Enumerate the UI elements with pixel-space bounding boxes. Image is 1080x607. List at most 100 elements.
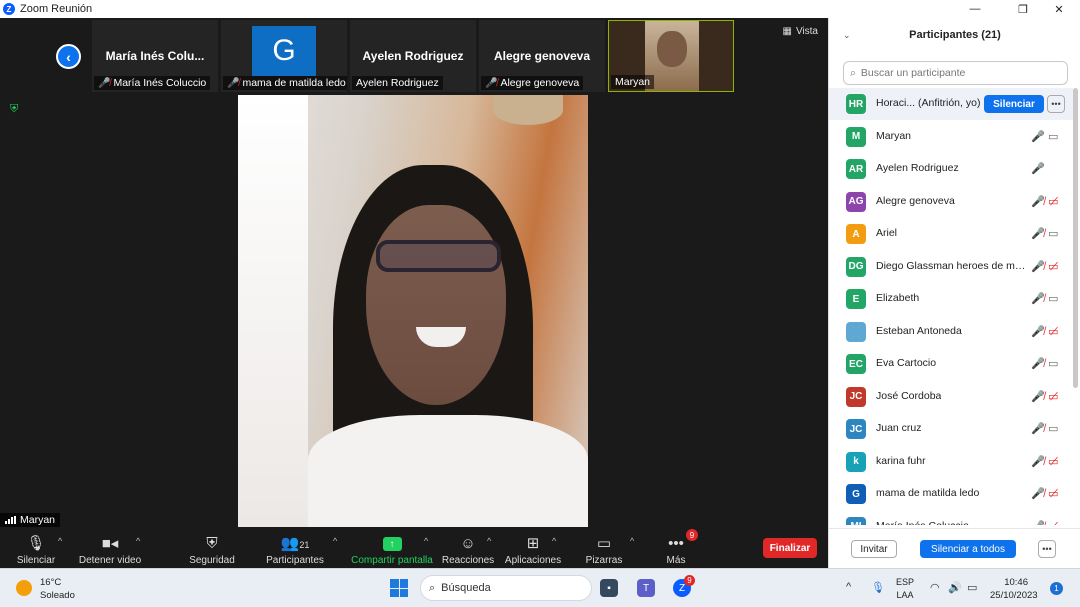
mute-button[interactable]: 🎙 Silenciar — [14, 530, 58, 566]
mic-muted-icon[interactable]: 🎤̸ — [1031, 520, 1045, 526]
participants-options-caret[interactable]: ^ — [333, 536, 337, 546]
participant-list-scrollbar[interactable] — [1073, 88, 1078, 388]
participant-avatar: EC — [846, 354, 866, 374]
teams-icon[interactable]: T — [637, 579, 655, 597]
system-clock[interactable]: 10:46 25/10/2023 — [990, 576, 1038, 602]
camera-icon[interactable]: ▭ — [1048, 130, 1058, 143]
minimize-button[interactable]: — — [960, 0, 990, 18]
microphone-icon[interactable]: 🎤 — [1031, 130, 1045, 143]
battery-icon[interactable]: ▭ — [967, 581, 977, 594]
participant-row[interactable]: M Maryan 🎤 ▭ — [829, 121, 1073, 153]
tile-label: 🎤̸ Alegre genoveva — [481, 76, 584, 90]
mic-muted-icon[interactable]: 🎤̸ — [1031, 455, 1045, 468]
camera-off-icon[interactable]: ▭̸ — [1048, 520, 1058, 526]
file-explorer-icon[interactable]: ▪ — [600, 579, 618, 597]
camera-off-icon[interactable]: ▭̸ — [1048, 487, 1058, 500]
participant-row[interactable]: HR Horaci... (Anfitrión, yo) Silenciar ••• — [829, 88, 1073, 120]
language-indicator[interactable]: ESP LAA — [896, 576, 914, 602]
wifi-icon[interactable]: ◠ — [930, 581, 940, 594]
mic-muted-icon[interactable]: 🎤̸ — [1031, 422, 1045, 435]
participant-avatar: AR — [846, 159, 866, 179]
camera-icon[interactable]: ▭ — [1048, 422, 1058, 435]
participants-button[interactable]: 👥21 Participantes — [265, 530, 325, 566]
view-button[interactable]: ▦ Vista — [782, 26, 818, 37]
weather-widget[interactable]: 16°C Soleado — [40, 576, 75, 602]
microphone-icon[interactable]: 🎤 — [1031, 162, 1045, 175]
participant-name: Maryan — [876, 129, 912, 142]
mic-muted-icon[interactable]: 🎤̸ — [1031, 390, 1045, 403]
tray-expand-icon[interactable]: ^ — [846, 581, 851, 593]
stop-video-button[interactable]: ■◂ Detener video — [79, 530, 141, 566]
participant-more-button[interactable]: ••• — [1047, 95, 1065, 113]
participant-row[interactable]: E Elizabeth 🎤̸ ▭ — [829, 283, 1073, 315]
start-button[interactable] — [390, 579, 408, 597]
video-tile[interactable]: G 🎤̸ mama de matilda ledo — [221, 20, 347, 92]
participant-row[interactable]: EC Eva Cartocio 🎤̸ ▭ — [829, 348, 1073, 380]
participant-name: Horaci... (Anfitrión, yo) — [876, 97, 981, 109]
whiteboards-button[interactable]: ▭ Pizarras — [584, 530, 624, 566]
video-tile[interactable]: María Inés Colu... 🎤̸ María Inés Coluccio — [92, 20, 218, 92]
participant-row[interactable]: AG Alegre genoveva 🎤̸ ▭̸ — [829, 186, 1073, 218]
camera-off-icon[interactable]: ▭̸ — [1048, 260, 1058, 273]
participant-avatar: AG — [846, 191, 866, 212]
participant-search-input[interactable]: ⌕ Buscar un participante — [843, 61, 1068, 85]
camera-off-icon[interactable]: ▭̸ — [1048, 325, 1058, 338]
taskbar-search[interactable]: ⌕ Búsqueda — [420, 575, 592, 601]
sun-icon[interactable] — [16, 580, 32, 596]
avatar: G — [252, 26, 316, 76]
end-meeting-button[interactable]: Finalizar — [763, 538, 817, 558]
participant-row[interactable]: A Ariel 🎤̸ ▭ — [829, 218, 1073, 250]
camera-icon[interactable]: ▭ — [1048, 227, 1058, 240]
whiteboards-options-caret[interactable]: ^ — [630, 536, 634, 546]
strip-back-button[interactable]: ‹ — [56, 44, 81, 69]
participant-name: Elizabeth — [876, 292, 920, 304]
participant-row[interactable]: DG Diego Glassman heroes de ma... 🎤̸ ▭̸ — [829, 251, 1073, 283]
participant-row[interactable]: Gmama de matilda ledo 🎤̸ ▭̸ — [829, 478, 1073, 510]
participant-row[interactable]: k karina fuhr 🎤̸ ▭̸ — [829, 446, 1073, 478]
collapse-panel-icon[interactable]: ⌄ — [843, 30, 851, 41]
participant-avatar: M — [846, 126, 866, 147]
volume-icon[interactable]: 🔊 — [948, 581, 962, 594]
security-button[interactable]: ⛨ Seguridad — [189, 530, 235, 566]
camera-icon[interactable]: ▭ — [1048, 292, 1058, 305]
video-tile[interactable]: Ayelen Rodriguez Ayelen Rodriguez — [350, 20, 476, 92]
self-video-tile[interactable]: Maryan — [608, 20, 734, 92]
mic-muted-icon[interactable]: 🎤̸ — [1031, 357, 1045, 370]
video-tile[interactable]: Alegre genoveva 🎤̸ Alegre genoveva — [479, 20, 605, 92]
notifications-badge[interactable]: 1 — [1050, 582, 1063, 595]
participant-row[interactable]: JC José Cordoba 🎤̸ ▭̸ — [829, 381, 1073, 413]
security-shield-icon[interactable]: ⛨ — [10, 103, 21, 116]
participant-row[interactable]: Esteban Antoneda 🎤̸ ▭̸ — [829, 316, 1073, 348]
invite-button[interactable]: Invitar — [851, 540, 897, 558]
mic-muted-icon[interactable]: 🎤̸ — [1031, 487, 1045, 500]
share-screen-button[interactable]: ↑ Compartir pantalla — [351, 530, 433, 566]
close-button[interactable]: ✕ — [1044, 0, 1074, 18]
camera-off-icon[interactable]: ▭̸ — [1048, 390, 1058, 403]
mute-all-button[interactable]: Silenciar a todos — [920, 540, 1016, 558]
camera-off-icon[interactable]: ▭̸ — [1048, 455, 1058, 468]
mic-muted-icon[interactable]: 🎤̸ — [1031, 292, 1045, 305]
reactions-options-caret[interactable]: ^ — [487, 536, 491, 546]
mic-muted-icon[interactable]: 🎤̸ — [1031, 260, 1045, 273]
title-bar: Z Zoom Reunión — ❐ ✕ — [0, 0, 1080, 18]
reactions-button[interactable]: ☺ Reacciones — [442, 530, 494, 566]
maximize-button[interactable]: ❐ — [1008, 0, 1038, 18]
video-options-caret[interactable]: ^ — [136, 536, 140, 546]
panel-more-button[interactable]: ••• — [1038, 540, 1056, 558]
microphone-tray-icon[interactable]: 🎙 — [871, 581, 885, 594]
share-options-caret[interactable]: ^ — [424, 536, 428, 546]
mic-muted-icon[interactable]: 🎤̸ — [1031, 195, 1045, 208]
mic-muted-icon[interactable]: 🎤̸ — [1031, 227, 1045, 240]
microphone-icon: 🎙 — [26, 535, 46, 552]
participant-row[interactable]: JC Juan cruz 🎤̸ ▭ — [829, 413, 1073, 445]
camera-icon[interactable]: ▭ — [1048, 357, 1058, 370]
mic-muted-icon[interactable]: 🎤̸ — [1031, 325, 1045, 338]
host-mute-button[interactable]: Silenciar — [984, 95, 1044, 113]
participant-row[interactable]: AR Ayelen Rodriguez 🎤 — [829, 153, 1073, 185]
participant-row[interactable]: MI María Inés Coluccio 🎤̸▭̸ — [829, 511, 1073, 526]
mute-options-caret[interactable]: ^ — [58, 536, 62, 546]
more-badge: 9 — [686, 529, 698, 541]
camera-off-icon[interactable]: ▭̸ — [1048, 195, 1058, 208]
background-object — [493, 95, 563, 125]
apps-options-caret[interactable]: ^ — [552, 536, 556, 546]
